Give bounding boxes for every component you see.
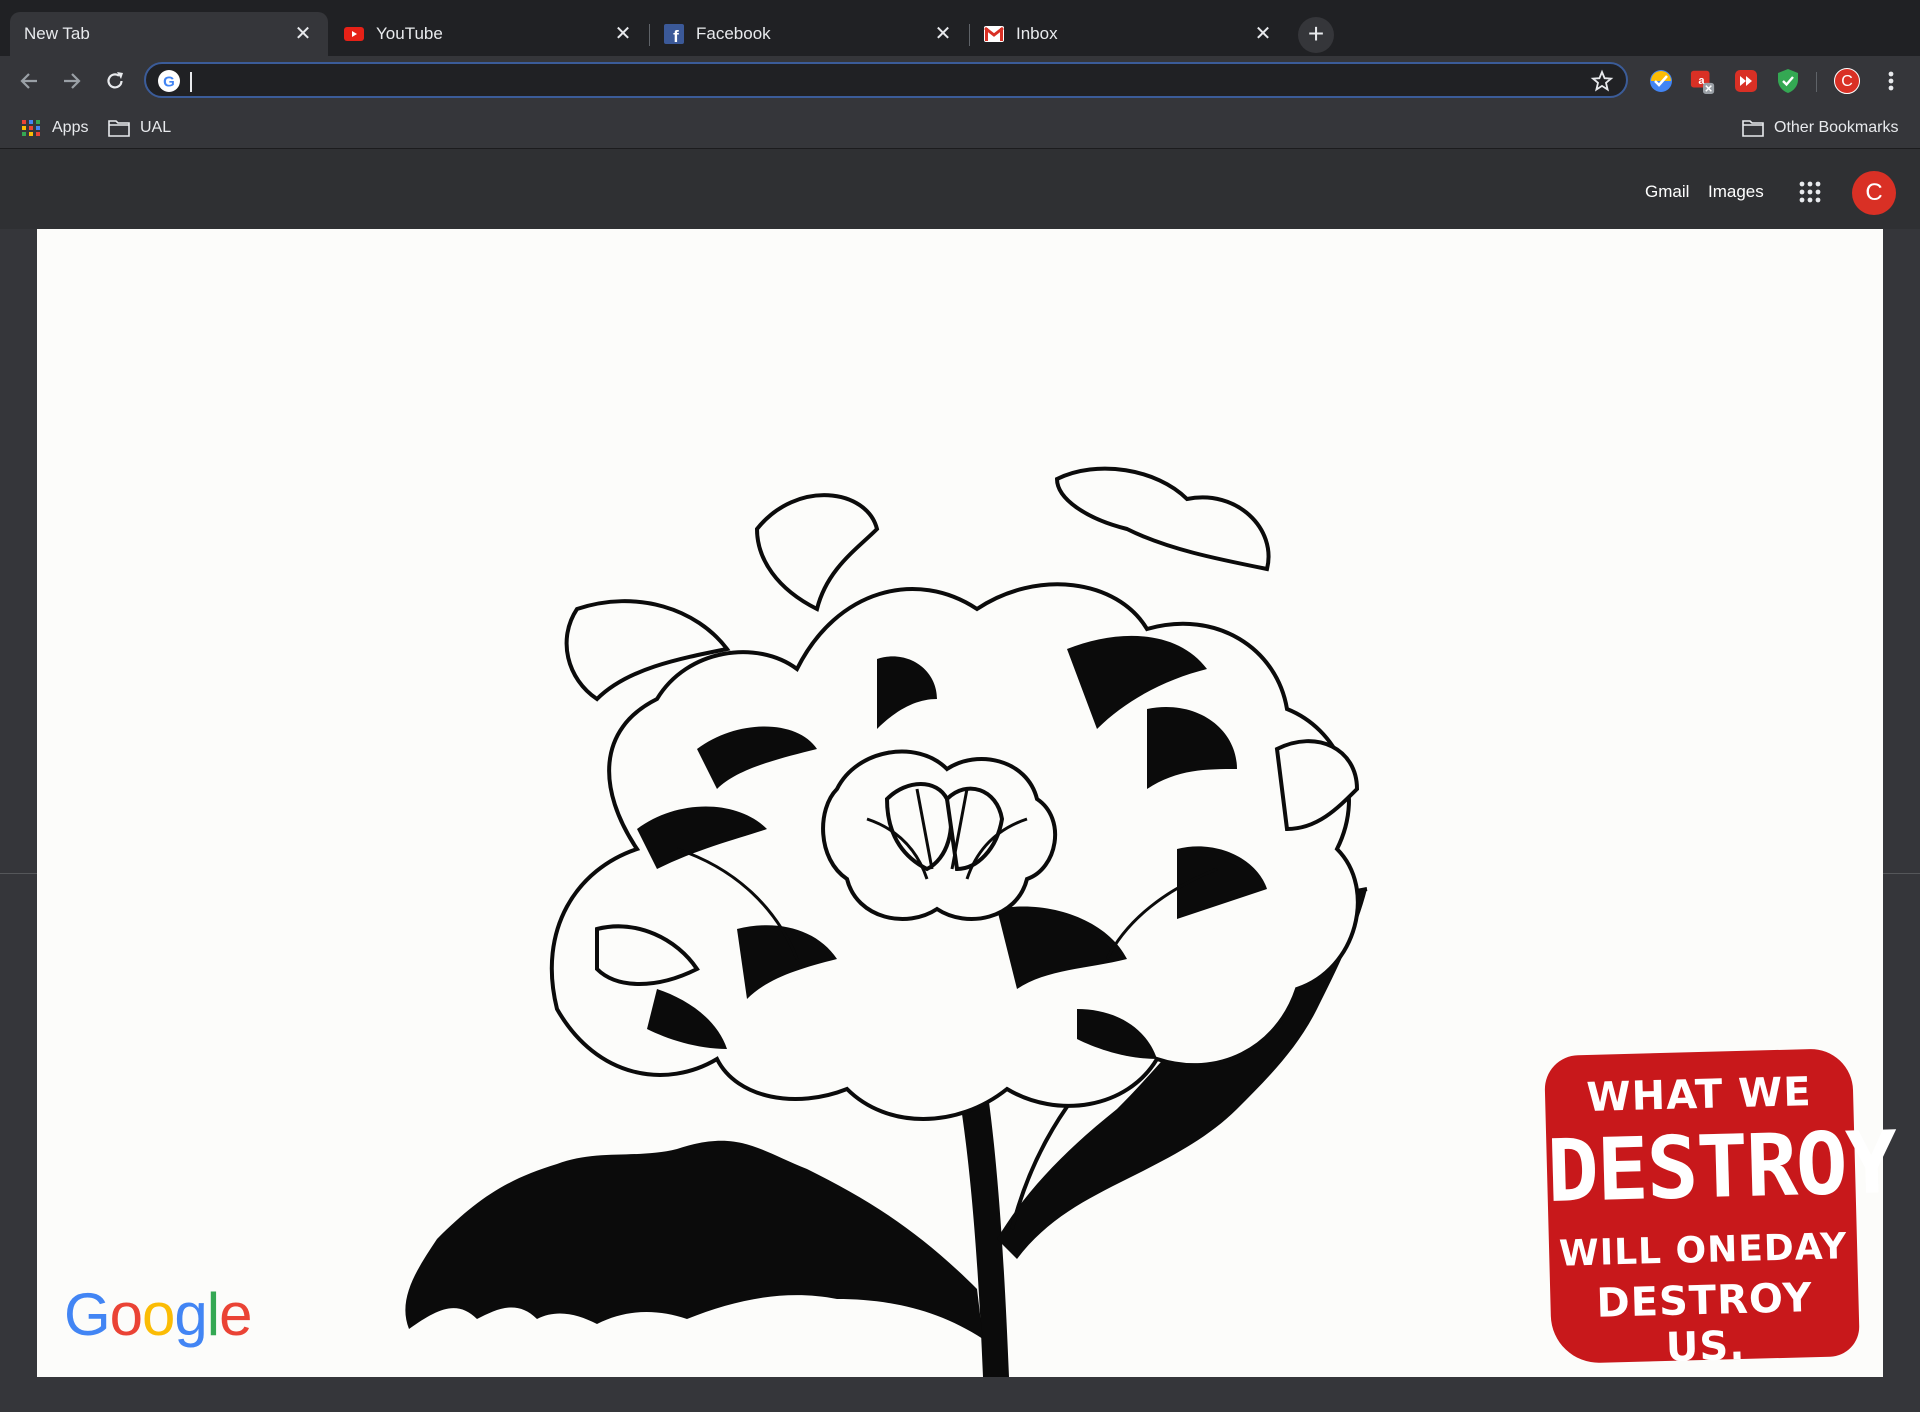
youtube-icon (344, 24, 364, 44)
images-link[interactable]: Images (1708, 182, 1764, 202)
sticker-line: WHAT WE (1585, 1069, 1813, 1121)
svg-text:f: f (673, 27, 679, 44)
reload-button[interactable] (100, 66, 130, 96)
google-apps-icon[interactable] (1798, 180, 1822, 204)
tab-title: YouTube (376, 24, 443, 43)
sticker-line: DESTROY US. (1595, 1275, 1814, 1371)
close-icon[interactable]: ✕ (612, 23, 634, 45)
gmail-icon (984, 24, 1004, 44)
background-wallpaper: WHAT WE DESTROY WILL ONEDAY DESTROY US. (37, 229, 1897, 1377)
arrow-right-icon (64, 73, 81, 89)
menu-kebab-icon[interactable] (1878, 68, 1904, 94)
tab-title: Facebook (696, 24, 771, 43)
google-logo: Google (64, 1281, 253, 1348)
extension-fast-forward-icon[interactable] (1733, 68, 1759, 94)
bookmark-apps[interactable]: Apps (20, 116, 88, 140)
arrow-left-icon (20, 73, 37, 89)
sticker-line: DESTROY (1545, 1112, 1897, 1223)
tab-facebook[interactable]: f Facebook ✕ (650, 12, 968, 56)
svg-text:Google: Google (64, 1281, 252, 1348)
bookmark-label: UAL (140, 119, 172, 136)
folder-icon (1742, 120, 1764, 137)
tab-title: New Tab (24, 24, 90, 43)
sticker-line: WILL ONEDAY (1558, 1226, 1848, 1275)
profile-avatar-button[interactable]: C (1834, 68, 1860, 94)
tab-youtube[interactable]: YouTube ✕ (330, 12, 648, 56)
address-input[interactable] (190, 67, 1554, 95)
tab-strip: New Tab ✕ YouTube ✕ f Facebook ✕ Inbox ✕… (0, 0, 1920, 57)
quote-sticker: WHAT WE DESTROY WILL ONEDAY DESTROY US. (1544, 1048, 1897, 1371)
address-bar[interactable]: G (144, 62, 1628, 98)
close-icon[interactable]: ✕ (932, 23, 954, 45)
close-icon[interactable]: ✕ (292, 23, 314, 45)
toolbar: G a C (0, 56, 1920, 106)
bookmark-label: Apps (52, 119, 89, 136)
tab-new-tab[interactable]: New Tab ✕ (10, 12, 328, 56)
apps-grid-icon (22, 120, 40, 136)
star-icon[interactable] (1590, 69, 1614, 93)
extension-shield-icon[interactable] (1775, 68, 1801, 94)
tab-title: Inbox (1016, 24, 1058, 43)
extension-checkmark-icon[interactable] (1648, 68, 1674, 94)
ntp-header (0, 149, 1920, 229)
bookmark-other[interactable]: Other Bookmarks (1742, 116, 1898, 140)
facebook-icon: f (664, 24, 684, 44)
text-caret (190, 72, 192, 92)
reload-icon (107, 72, 123, 89)
new-tab-button[interactable]: + (1298, 17, 1334, 53)
bookmark-ual[interactable]: UAL (108, 116, 171, 140)
svg-text:G: G (163, 74, 175, 91)
close-icon[interactable]: ✕ (1252, 23, 1274, 45)
toolbar-divider (1816, 72, 1817, 92)
tab-inbox[interactable]: Inbox ✕ (970, 12, 1288, 56)
forward-button[interactable] (57, 66, 87, 96)
bookmarks-bar: Apps UAL Other Bookmarks (0, 106, 1920, 149)
folder-icon (108, 120, 130, 137)
back-button[interactable] (14, 66, 44, 96)
bookmark-label: Other Bookmarks (1774, 119, 1899, 136)
account-avatar[interactable]: C (1852, 171, 1896, 215)
divider-line (1883, 873, 1920, 874)
google-g-icon: G (158, 70, 180, 92)
gmail-link[interactable]: Gmail (1645, 182, 1689, 202)
divider-line (0, 873, 37, 874)
extension-translate-icon[interactable]: a (1690, 68, 1716, 94)
